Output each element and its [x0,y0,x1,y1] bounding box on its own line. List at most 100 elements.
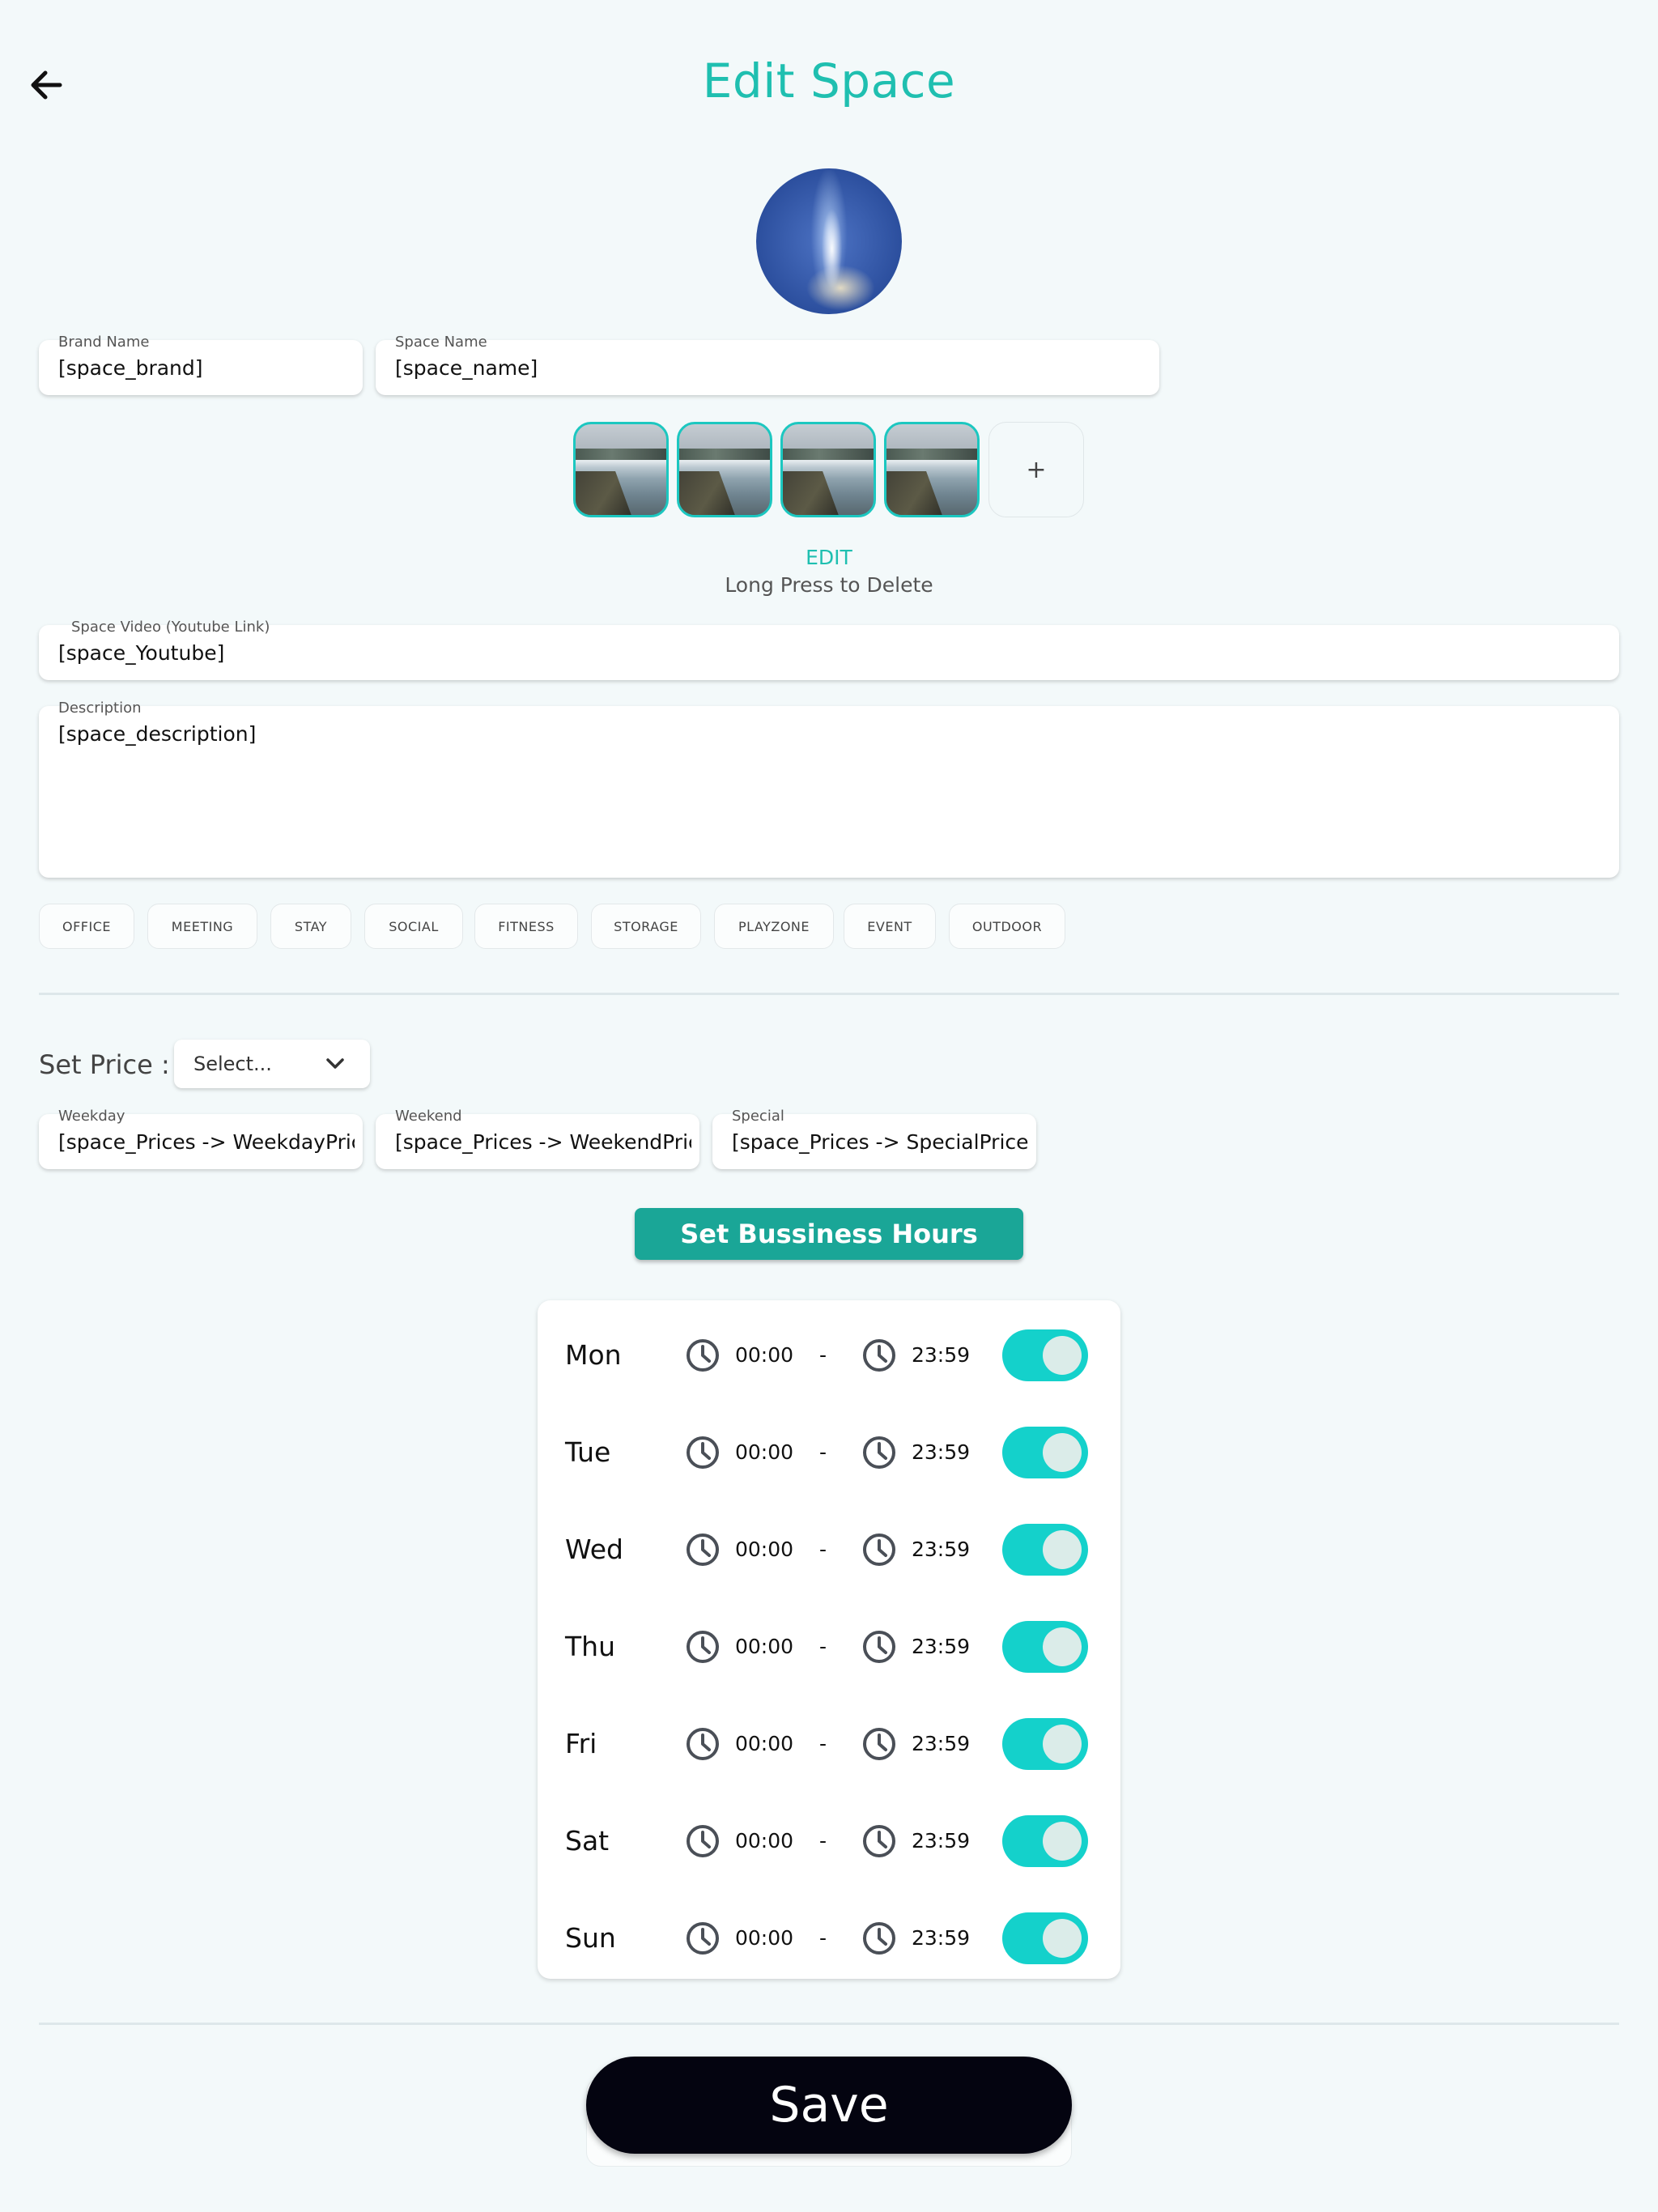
category-chip-event[interactable]: EVENT [844,904,936,949]
space-avatar[interactable] [756,168,902,314]
photo-thumbnail[interactable] [780,422,876,517]
open-time[interactable]: 00:00 [735,1635,793,1658]
special-price-field[interactable]: Special [space_Prices -> SpecialPrice] [712,1108,1036,1169]
hours-row-sat: Sat 00:00 - 23:59 [538,1794,1120,1891]
close-time[interactable]: 23:59 [912,1538,970,1561]
day-enabled-toggle[interactable] [1002,1815,1088,1867]
add-photo-button[interactable]: + [988,422,1084,517]
section-divider [39,993,1619,995]
close-time[interactable]: 23:59 [912,1440,970,1464]
clock-icon[interactable] [685,1921,721,1956]
category-chip-stay[interactable]: STAY [270,904,351,949]
clock-icon[interactable] [685,1823,721,1859]
category-chip-storage[interactable]: STORAGE [591,904,701,949]
special-price-value: [space_Prices -> SpecialPrice] [732,1130,1028,1154]
category-chip-outdoor[interactable]: OUTDOOR [949,904,1065,949]
weekday-price-label: Weekday [58,1108,125,1125]
close-time[interactable]: 23:59 [912,1343,970,1367]
clock-icon[interactable] [685,1338,721,1373]
toggle-knob [1043,1822,1082,1861]
day-enabled-toggle[interactable] [1002,1427,1088,1478]
photo-thumbnail[interactable] [677,422,772,517]
day-enabled-toggle[interactable] [1002,1621,1088,1673]
category-chip-social[interactable]: SOCIAL [364,904,463,949]
toggle-knob [1043,1336,1082,1375]
hours-row-thu: Thu 00:00 - 23:59 [538,1600,1120,1697]
open-time[interactable]: 00:00 [735,1926,793,1950]
day-enabled-toggle[interactable] [1002,1329,1088,1381]
youtube-link-value: [space_Youtube] [58,641,225,665]
day-label: Tue [565,1436,611,1468]
price-type-select-value: Select... [193,1053,272,1075]
brand-name-field[interactable]: Brand Name [space_brand] [39,334,363,395]
clock-icon[interactable] [685,1435,721,1470]
close-time[interactable]: 23:59 [912,1732,970,1755]
toggle-knob [1043,1725,1082,1763]
delete-hint: Long Press to Delete [725,573,933,597]
price-type-select[interactable]: Select... [174,1040,370,1088]
photo-thumbnail[interactable] [884,422,980,517]
plus-icon: + [1026,455,1047,484]
hours-row-mon: Mon 00:00 - 23:59 [538,1308,1120,1406]
weekend-price-field[interactable]: Weekend [space_Prices -> WeekendPric [376,1108,699,1169]
hours-row-sun: Sun 00:00 - 23:59 [538,1891,1120,1989]
business-hours-card: Mon 00:00 - 23:59 Tue 00:00 - 23:59 Wed 00:00 - 23:… [538,1300,1120,1979]
day-label: Fri [565,1728,597,1759]
clock-icon[interactable] [861,1532,897,1568]
special-price-label: Special [732,1108,784,1125]
time-separator: - [819,1343,827,1367]
category-chip-fitness[interactable]: FITNESS [474,904,578,949]
photo-thumbnail[interactable] [573,422,669,517]
description-field[interactable]: Description [space_description] [39,700,1619,878]
clock-icon[interactable] [685,1532,721,1568]
time-separator: - [819,1926,827,1950]
day-label: Sat [565,1825,610,1857]
hours-row-wed: Wed 00:00 - 23:59 [538,1503,1120,1600]
save-button[interactable]: Save [586,2057,1072,2154]
clock-icon[interactable] [861,1921,897,1956]
category-chip-meeting[interactable]: MEETING [147,904,257,949]
open-time[interactable]: 00:00 [735,1343,793,1367]
day-enabled-toggle[interactable] [1002,1718,1088,1770]
toggle-knob [1043,1433,1082,1472]
clock-icon[interactable] [685,1726,721,1762]
brand-name-value: [space_brand] [58,356,203,380]
clock-icon[interactable] [685,1629,721,1665]
set-business-hours-button[interactable]: Set Bussiness Hours [635,1208,1023,1260]
close-time[interactable]: 23:59 [912,1635,970,1658]
day-enabled-toggle[interactable] [1002,1524,1088,1576]
open-time[interactable]: 00:00 [735,1829,793,1853]
clock-icon[interactable] [861,1629,897,1665]
space-name-value: [space_name] [395,356,538,380]
space-name-field[interactable]: Space Name [space_name] [376,334,1159,395]
time-separator: - [819,1829,827,1853]
open-time[interactable]: 00:00 [735,1538,793,1561]
clock-icon[interactable] [861,1338,897,1373]
toggle-knob [1043,1530,1082,1569]
day-label: Wed [565,1534,623,1565]
hours-row-fri: Fri 00:00 - 23:59 [538,1697,1120,1794]
toggle-knob [1043,1919,1082,1958]
open-time[interactable]: 00:00 [735,1440,793,1464]
description-label: Description [58,700,142,717]
clock-icon[interactable] [861,1823,897,1859]
weekend-price-value: [space_Prices -> WeekendPric [395,1130,691,1154]
open-time[interactable]: 00:00 [735,1732,793,1755]
category-chip-playzone[interactable]: PLAYZONE [714,904,834,949]
description-value: [space_description] [58,722,257,746]
category-chip-office[interactable]: OFFICE [39,904,134,949]
youtube-link-field[interactable]: Space Video (Youtube Link) [space_Youtub… [39,619,1619,680]
section-divider [39,2023,1619,2025]
clock-icon[interactable] [861,1435,897,1470]
edit-photos-link[interactable]: EDIT [0,546,1658,569]
close-time[interactable]: 23:59 [912,1926,970,1950]
day-enabled-toggle[interactable] [1002,1912,1088,1964]
hours-row-tue: Tue 00:00 - 23:59 [538,1406,1120,1503]
weekday-price-field[interactable]: Weekday [space_Prices -> WeekdayPric [39,1108,363,1169]
close-time[interactable]: 23:59 [912,1829,970,1853]
youtube-link-label: Space Video (Youtube Link) [71,619,270,636]
day-label: Thu [565,1631,615,1662]
time-separator: - [819,1732,827,1755]
clock-icon[interactable] [861,1726,897,1762]
toggle-knob [1043,1627,1082,1666]
